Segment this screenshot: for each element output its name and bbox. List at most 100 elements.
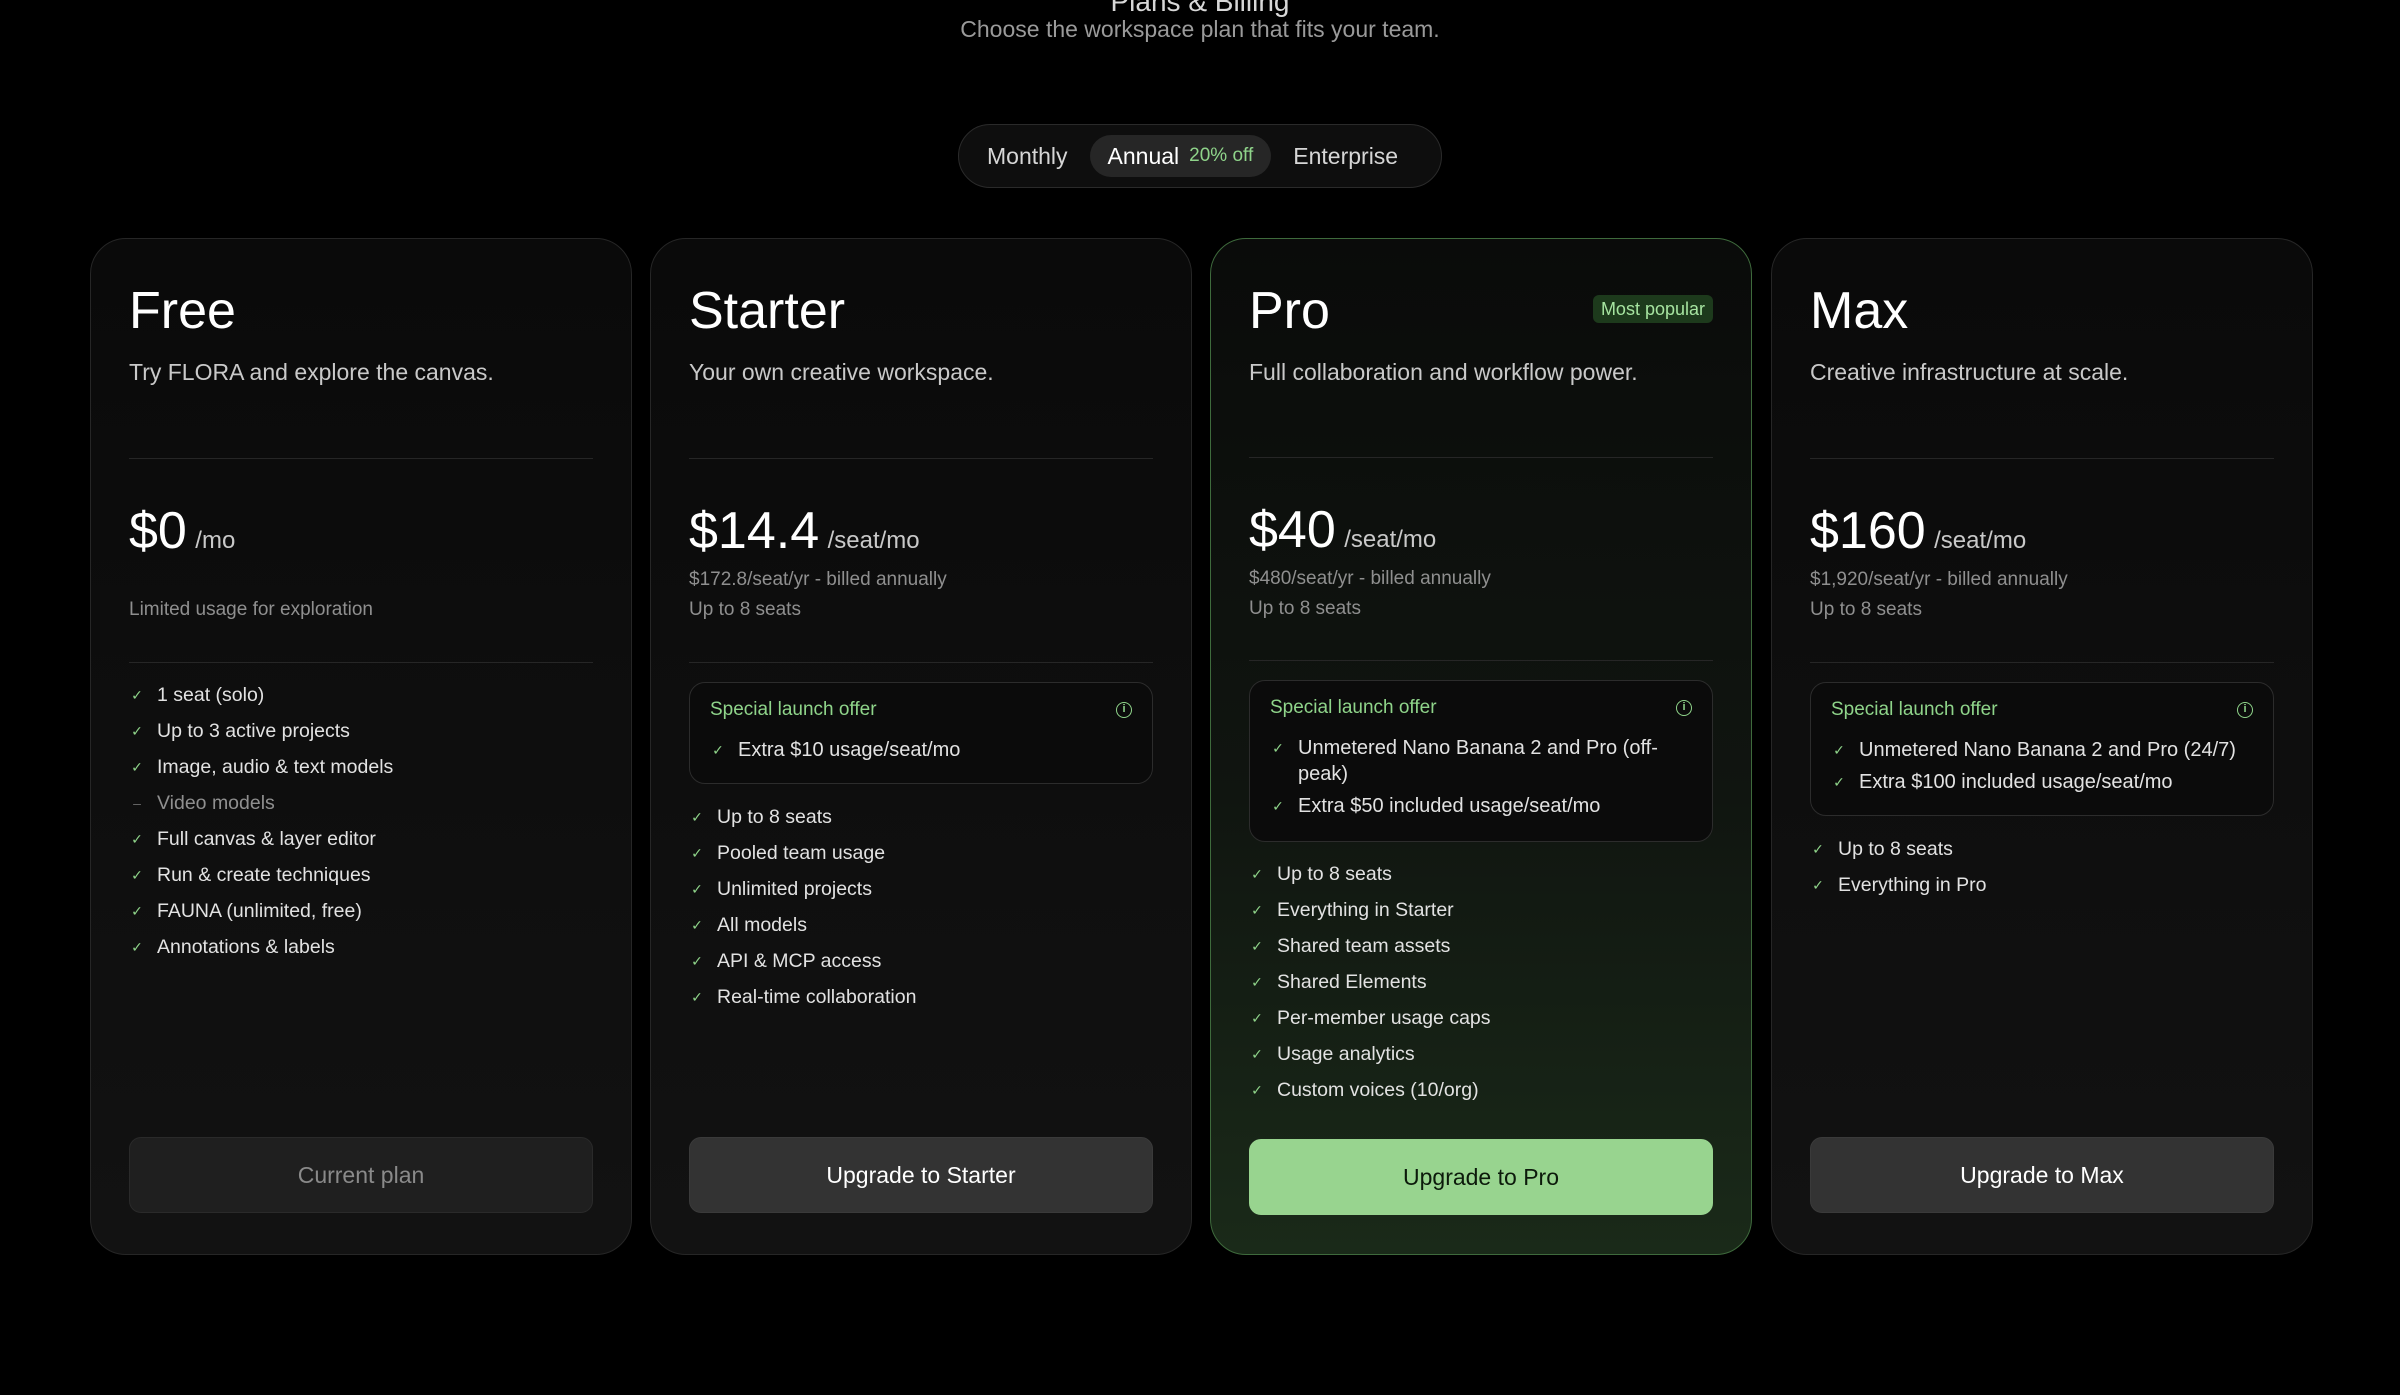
feature-item: ✓ Up to 8 seats [1810, 831, 2282, 867]
plan-price: $0 /mo [129, 501, 235, 561]
feature-text: Up to 3 active projects [157, 719, 350, 742]
feature-item: ✓ Full canvas & layer editor [129, 821, 601, 857]
price-unit: /seat/mo [1344, 526, 1437, 553]
feature-list: ✓ 1 seat (solo) ✓ Up to 3 active projects … [129, 677, 601, 965]
check-icon: ✓ [691, 988, 703, 1005]
check-icon: ✓ [131, 758, 143, 775]
divider [1810, 458, 2274, 459]
feature-item: ✓ All models [689, 907, 1161, 943]
offer-item: ✓ Extra $10 usage/seat/mo [710, 737, 1138, 763]
seats-note: Up to 8 seats [1249, 598, 1361, 619]
toggle-monthly[interactable]: Monthly [969, 135, 1086, 177]
check-icon: ✓ [1251, 901, 1263, 918]
current-plan-button[interactable]: Current plan [129, 1137, 593, 1213]
offer-title: Special launch offer [1270, 697, 1437, 718]
plan-card-free: Free Try FLORA and explore the canvas. $… [90, 238, 632, 1255]
plan-name: Pro [1249, 282, 1330, 340]
upgrade-starter-button[interactable]: Upgrade to Starter [689, 1137, 1153, 1213]
plan-card-max: Max Creative infrastructure at scale. $1… [1771, 238, 2313, 1255]
check-icon: ✓ [691, 880, 703, 897]
divider [1810, 662, 2274, 663]
offer-list: ✓ Unmetered Nano Banana 2 and Pro (off-pe… [1270, 735, 1698, 825]
feature-item: ✓ Up to 3 active projects [129, 713, 601, 749]
feature-item: ✓ Usage analytics [1249, 1036, 1721, 1072]
launch-offer-box: Special launch offer i ✓ Unmetered Nano B… [1810, 682, 2274, 816]
offer-item: ✓ Unmetered Nano Banana 2 and Pro (24/7) [1831, 737, 2259, 763]
divider [689, 662, 1153, 663]
offer-text: Unmetered Nano Banana 2 and Pro (off-pea… [1298, 737, 1658, 785]
info-icon[interactable]: i [1116, 702, 1132, 718]
price-amount: $0 [129, 502, 187, 560]
info-icon[interactable]: i [1676, 700, 1692, 716]
feature-list: ✓ Up to 8 seats ✓ Everything in Starter ✓ S… [1249, 856, 1721, 1108]
feature-item-excluded: – Video models [129, 785, 601, 821]
check-icon: ✓ [131, 866, 143, 883]
feature-item: ✓ Everything in Pro [1810, 867, 2282, 903]
feature-item: ✓ Real-time collaboration [689, 979, 1161, 1015]
price-amount: $40 [1249, 501, 1336, 559]
feature-item: ✓ Shared Elements [1249, 964, 1721, 1000]
toggle-enterprise[interactable]: Enterprise [1275, 135, 1416, 177]
check-icon: ✓ [1251, 973, 1263, 990]
check-icon: ✓ [691, 808, 703, 825]
plan-price: $160 /seat/mo [1810, 501, 2026, 561]
toggle-annual[interactable]: Annual 20% off [1089, 135, 1272, 177]
billing-note: $1,920/seat/yr - billed annually [1810, 569, 2068, 590]
check-icon: ✓ [1833, 742, 1845, 758]
info-icon[interactable]: i [2237, 702, 2253, 718]
feature-item: ✓ Image, audio & text models [129, 749, 601, 785]
check-icon: ✓ [712, 742, 724, 758]
offer-title: Special launch offer [710, 699, 877, 720]
plan-description: Try FLORA and explore the canvas. [129, 359, 494, 385]
feature-text: FAUNA (unlimited, free) [157, 899, 362, 922]
divider [689, 458, 1153, 459]
feature-item: ✓ FAUNA (unlimited, free) [129, 893, 601, 929]
divider [129, 662, 593, 663]
feature-text: Full canvas & layer editor [157, 827, 376, 850]
offer-text: Extra $50 included usage/seat/mo [1298, 795, 1601, 817]
feature-text: Per-member usage caps [1277, 1006, 1491, 1029]
feature-item: ✓ Run & create techniques [129, 857, 601, 893]
feature-text: All models [717, 913, 807, 936]
check-icon: ✓ [131, 722, 143, 739]
upgrade-max-button[interactable]: Upgrade to Max [1810, 1137, 2274, 1213]
price-unit: /seat/mo [1934, 527, 2027, 554]
check-icon: ✓ [691, 844, 703, 861]
offer-title: Special launch offer [1831, 699, 1998, 720]
feature-text: Up to 8 seats [717, 805, 832, 828]
check-icon: ✓ [1251, 1009, 1263, 1026]
page-subtitle: Choose the workspace plan that fits your… [960, 16, 1440, 42]
divider [1249, 457, 1713, 458]
feature-item: ✓ API & MCP access [689, 943, 1161, 979]
launch-offer-box: Special launch offer i ✓ Unmetered Nano B… [1249, 680, 1713, 842]
feature-text: Shared Elements [1277, 970, 1427, 993]
feature-text: Real-time collaboration [717, 985, 917, 1008]
offer-text: Unmetered Nano Banana 2 and Pro (24/7) [1859, 739, 2236, 761]
feature-text: 1 seat (solo) [157, 683, 265, 706]
feature-item: ✓ Annotations & labels [129, 929, 601, 965]
offer-list: ✓ Unmetered Nano Banana 2 and Pro (24/7) … [1831, 737, 2259, 801]
feature-list: ✓ Up to 8 seats ✓ Pooled team usage ✓ Unlim… [689, 799, 1161, 1015]
feature-text: Video models [157, 791, 275, 814]
plan-price: $40 /seat/mo [1249, 500, 1436, 560]
feature-text: API & MCP access [717, 949, 882, 972]
offer-item: ✓ Extra $100 included usage/seat/mo [1831, 769, 2259, 795]
plan-description: Full collaboration and workflow power. [1249, 359, 1638, 385]
feature-item: ✓ Up to 8 seats [689, 799, 1161, 835]
billing-period-toggle: Monthly Annual 20% off Enterprise [958, 124, 1442, 188]
divider [129, 458, 593, 459]
offer-item: ✓ Extra $50 included usage/seat/mo [1270, 793, 1698, 819]
price-unit: /seat/mo [827, 527, 920, 554]
divider [1249, 660, 1713, 661]
feature-item: ✓ 1 seat (solo) [129, 677, 601, 713]
offer-list: ✓ Extra $10 usage/seat/mo [710, 737, 1138, 769]
billing-note: $480/seat/yr - billed annually [1249, 568, 1491, 589]
launch-offer-box: Special launch offer i ✓ Extra $10 usage/… [689, 682, 1153, 784]
upgrade-pro-button[interactable]: Upgrade to Pro [1249, 1139, 1713, 1215]
seats-note: Up to 8 seats [689, 599, 801, 620]
offer-text: Extra $100 included usage/seat/mo [1859, 771, 2173, 793]
feature-text: Custom voices (10/org) [1277, 1078, 1479, 1101]
feature-text: Shared team assets [1277, 934, 1451, 957]
check-icon: ✓ [1812, 876, 1824, 893]
feature-text: Up to 8 seats [1838, 837, 1953, 860]
